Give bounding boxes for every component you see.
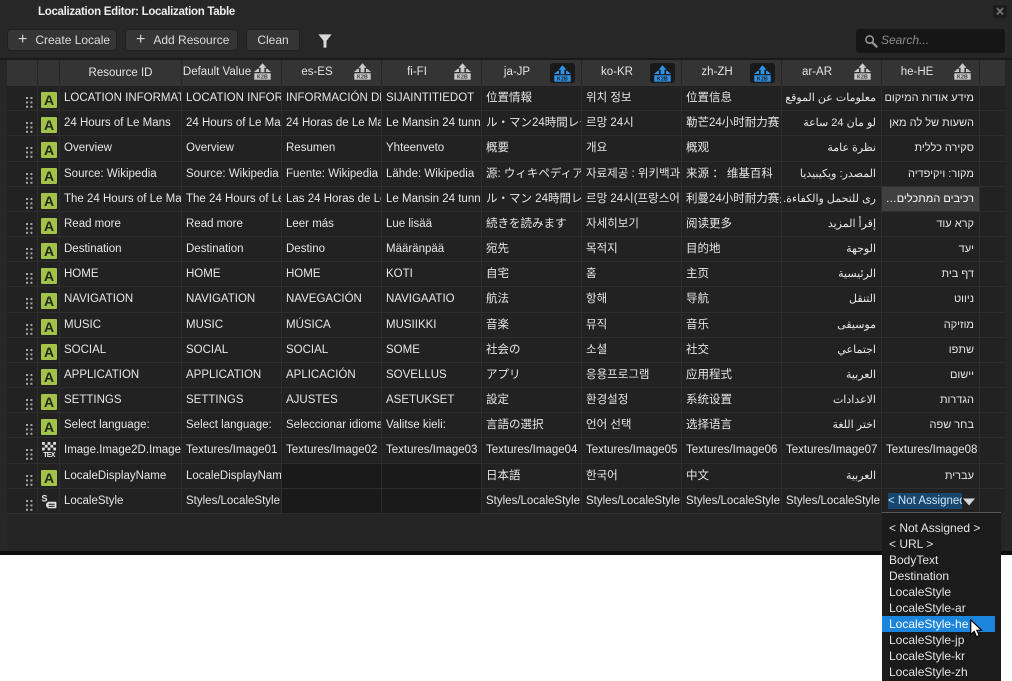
svg-text:K2B: K2B	[657, 76, 668, 81]
svg-text:K2B: K2B	[257, 75, 268, 80]
svg-text:K2B: K2B	[557, 76, 568, 81]
svg-text:S: S	[42, 493, 48, 503]
svg-text:K2B: K2B	[957, 75, 968, 80]
svg-text:K2B: K2B	[357, 75, 368, 80]
svg-text:TEX: TEX	[43, 452, 56, 458]
svg-text:K2B: K2B	[457, 75, 468, 80]
svg-text:K2B: K2B	[857, 75, 868, 80]
svg-text:K2B: K2B	[757, 76, 768, 81]
